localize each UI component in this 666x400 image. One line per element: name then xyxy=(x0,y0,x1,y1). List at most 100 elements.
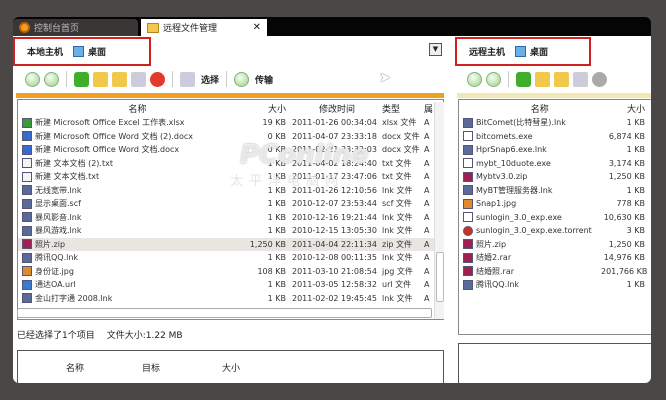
column-size[interactable]: 大小 xyxy=(603,102,651,115)
file-row[interactable]: 暴风影音.lnk 1 KB 2010-12-16 19:21:44 lnk 文件 A xyxy=(18,211,443,225)
accent-bar xyxy=(16,93,444,98)
select-icon[interactable] xyxy=(180,71,195,87)
pconline-watermark-sub: 太平洋电脑网 xyxy=(230,174,345,189)
remote-location[interactable]: 桌面 xyxy=(530,45,548,58)
file-size: 1 KB xyxy=(267,293,286,303)
file-type: scf 文件 xyxy=(382,199,412,209)
file-row[interactable]: 通达OA.url 1 KB 2011-03-05 12:58:32 url 文件 A xyxy=(18,278,443,292)
new-folder-icon[interactable] xyxy=(112,71,127,87)
lnk-file-icon xyxy=(463,117,473,128)
file-row[interactable]: 显示桌面.scf 1 KB 2010-12-07 23:53:44 scf 文件 A xyxy=(18,197,443,211)
file-size: 3 KB xyxy=(626,226,645,236)
delete-icon[interactable] xyxy=(592,71,607,87)
file-row[interactable]: 金山打字通 2008.lnk 1 KB 2011-02-02 19:45:45 lnk… xyxy=(18,292,443,306)
file-row[interactable]: 照片.zip 1,250 KB xyxy=(459,238,651,252)
file-modified: 2011-04-04 22:11:34 xyxy=(292,239,377,249)
zip-file-icon xyxy=(463,252,473,263)
file-row[interactable]: 结婚照.rar 201,766 KB xyxy=(459,265,651,279)
file-type: docx 文件 xyxy=(382,131,420,141)
file-row[interactable]: 暴风游戏.lnk 1 KB 2010-12-15 13:05:30 lnk 文件 A xyxy=(18,224,443,238)
file-row[interactable]: BitComet(比特彗星).lnk 1 KB xyxy=(459,116,651,130)
file-row[interactable]: 新建 Microsoft Office Word 文档.docx 0 KB 2011… xyxy=(18,143,443,157)
pconline-watermark: PConline xyxy=(240,140,369,170)
lnk-file-icon xyxy=(22,293,32,304)
file-size: 19 KB xyxy=(262,118,286,128)
file-modified: 2011-03-05 12:58:32 xyxy=(292,280,377,290)
tab-label: 远程文件管理 xyxy=(163,24,218,34)
column-target[interactable]: 目标 xyxy=(142,361,160,374)
file-size: 108 KB xyxy=(257,266,286,276)
forward-icon[interactable] xyxy=(486,71,501,87)
file-row[interactable]: 新建 Microsoft Office Excel 工作表.xlsx 19 KB 2… xyxy=(18,116,443,130)
local-location[interactable]: 桌面 xyxy=(88,45,106,58)
selection-size: 文件大小:1.22 MB xyxy=(106,331,183,341)
file-row[interactable]: 腾讯QQ.lnk 1 KB xyxy=(459,278,651,292)
column-size[interactable]: 大小 xyxy=(240,102,292,115)
refresh-icon[interactable] xyxy=(516,71,531,87)
transfer-button[interactable]: 传输 xyxy=(255,73,273,86)
file-name: 新建 Microsoft Office Excel 工作表.xlsx xyxy=(35,118,185,128)
selection-count: 已经选择了1个项目 xyxy=(17,331,95,341)
file-row[interactable]: Snap1.jpg 778 KB xyxy=(459,197,651,211)
new-folder-icon[interactable] xyxy=(554,71,569,87)
close-icon[interactable]: ✕ xyxy=(253,22,261,33)
horizontal-scrollbar[interactable] xyxy=(17,308,432,318)
file-name: 金山打字通 2008.lnk xyxy=(35,293,113,303)
file-row[interactable]: 身份证.jpg 108 KB 2011-03-10 21:08:54 jpg 文件 A xyxy=(18,265,443,279)
excel-file-icon xyxy=(22,117,32,128)
tab-remote-file-manager[interactable]: 远程文件管理 ✕ xyxy=(141,19,267,36)
file-name: 身份证.jpg xyxy=(35,266,74,276)
file-modified: 2011-03-10 21:08:54 xyxy=(292,266,377,276)
word-file-icon xyxy=(22,131,32,142)
file-name: sunlogin_3.0_exp.exe xyxy=(476,212,562,222)
column-modified[interactable]: 修改时间 xyxy=(292,102,382,115)
file-row[interactable]: Mybtv3.0.zip 1,250 KB xyxy=(459,170,651,184)
file-row[interactable]: 结婚2.rar 14,976 KB xyxy=(459,251,651,265)
tab-label: 控制台首页 xyxy=(34,24,80,34)
file-row[interactable]: 腾讯QQ.lnk 1 KB 2010-12-08 00:11:35 lnk 文件 A xyxy=(18,251,443,265)
file-row[interactable]: 新建 文本文档 (2).txt 1 KB 2011-04-02 18:24:40 tx… xyxy=(18,157,443,171)
file-size: 6,874 KB xyxy=(608,131,645,141)
column-name[interactable]: 名称 xyxy=(35,102,240,115)
delete-icon[interactable] xyxy=(150,71,165,87)
file-row[interactable]: HprSnap6.exe.lnk 1 KB xyxy=(459,143,651,157)
file-name: 腾讯QQ.lnk xyxy=(35,253,79,263)
forward-icon[interactable] xyxy=(44,71,59,87)
file-size: 1 KB xyxy=(267,280,286,290)
vertical-scrollbar[interactable] xyxy=(434,102,444,319)
list-header: 名称 大小 修改时间 类型 属 xyxy=(18,100,443,116)
file-modified: 2010-12-07 23:53:44 xyxy=(292,199,377,209)
tab-console-home[interactable]: 控制台首页 xyxy=(13,19,138,36)
column-size[interactable]: 大小 xyxy=(222,361,240,374)
parent-folder-icon[interactable] xyxy=(93,71,108,87)
drive-icon[interactable] xyxy=(131,71,146,87)
refresh-icon[interactable] xyxy=(74,71,89,87)
accent-bar xyxy=(457,93,651,98)
file-row[interactable]: 新建 Microsoft Office Word 文档 (2).docx 0 KB… xyxy=(18,130,443,144)
file-row[interactable]: 照片.zip 1,250 KB 2011-04-04 22:11:34 zip 文件 A xyxy=(18,237,443,251)
back-icon[interactable] xyxy=(467,71,482,87)
divider xyxy=(508,71,509,87)
file-row[interactable]: sunlogin_3.0_exp.exe 10,630 KB xyxy=(459,211,651,225)
column-name[interactable]: 名称 xyxy=(476,102,603,115)
path-dropdown-button[interactable]: ▼ xyxy=(429,43,442,56)
parent-folder-icon[interactable] xyxy=(535,71,550,87)
drive-icon[interactable] xyxy=(573,71,588,87)
file-row[interactable]: mybt_10duote.exe 3,174 KB xyxy=(459,157,651,171)
file-modified: 2011-01-26 00:34:04 xyxy=(292,118,377,128)
select-button[interactable]: 选择 xyxy=(201,73,219,86)
file-modified: 2010-12-08 00:11:35 xyxy=(292,253,377,263)
scrollbar-thumb[interactable] xyxy=(436,252,444,302)
transfer-icon[interactable] xyxy=(234,71,250,87)
file-type: lnk 文件 xyxy=(382,253,413,263)
column-name[interactable]: 名称 xyxy=(66,361,84,374)
file-row[interactable]: MyBT管理服务器.lnk 1 KB xyxy=(459,184,651,198)
back-icon[interactable] xyxy=(25,71,40,87)
remote-host-label: 远程主机 xyxy=(469,48,506,58)
word-file-icon xyxy=(22,144,32,155)
file-row[interactable]: sunlogin_3.0_exp.exe.torrent 3 KB xyxy=(459,224,651,238)
column-type[interactable]: 类型 xyxy=(382,102,424,115)
remote-file-list: 名称 大小 BitComet(比特彗星).lnk 1 KB bitcomets.ex… xyxy=(458,99,651,335)
file-row[interactable]: bitcomets.exe 6,874 KB xyxy=(459,130,651,144)
mouse-cursor-icon: ➤ xyxy=(379,70,391,86)
